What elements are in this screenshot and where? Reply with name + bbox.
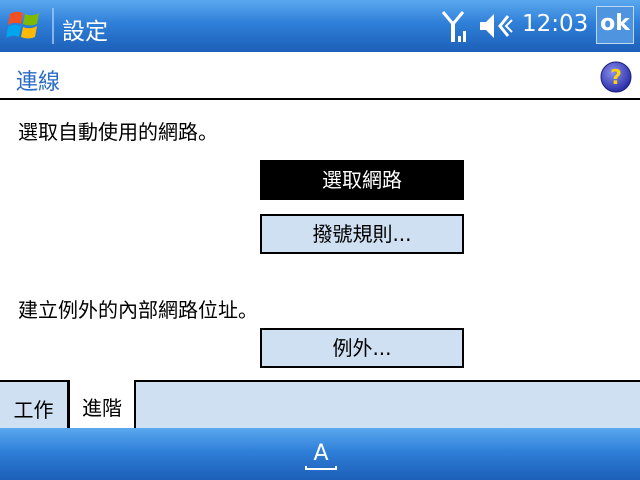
tab-work[interactable]: 工作: [0, 380, 68, 428]
exceptions-button[interactable]: 例外...: [260, 328, 464, 368]
tab-advanced[interactable]: 進階: [68, 380, 136, 428]
help-icon[interactable]: ?: [600, 61, 632, 93]
page-header: 連線: [0, 52, 640, 98]
dialing-rules-button[interactable]: 撥號規則...: [260, 214, 464, 254]
exception-prompt: 建立例外的內部網路位址。: [18, 298, 258, 322]
input-method-icon[interactable]: A: [304, 436, 338, 472]
ok-button[interactable]: ok: [596, 6, 634, 44]
title-separator: [52, 8, 54, 44]
windows-start-button[interactable]: [4, 6, 48, 46]
header-divider: [0, 98, 640, 100]
title-bar: 設定 12:03 ok: [0, 0, 640, 52]
clock[interactable]: 12:03: [522, 11, 588, 37]
page-title: 連線: [16, 70, 61, 95]
tab-strip-border: [136, 380, 640, 382]
window-title: 設定: [62, 19, 108, 45]
svg-text:A: A: [313, 441, 328, 466]
signal-icon[interactable]: [441, 10, 469, 44]
windows-start-icon: [6, 11, 39, 39]
svg-text:?: ?: [610, 65, 622, 89]
select-network-button[interactable]: 選取網路: [260, 160, 464, 200]
network-prompt: 選取自動使用的網路。: [18, 120, 218, 144]
speaker-icon[interactable]: [478, 12, 514, 40]
tab-strip: 工作 進階: [0, 380, 640, 428]
menu-bar: A: [0, 428, 640, 480]
